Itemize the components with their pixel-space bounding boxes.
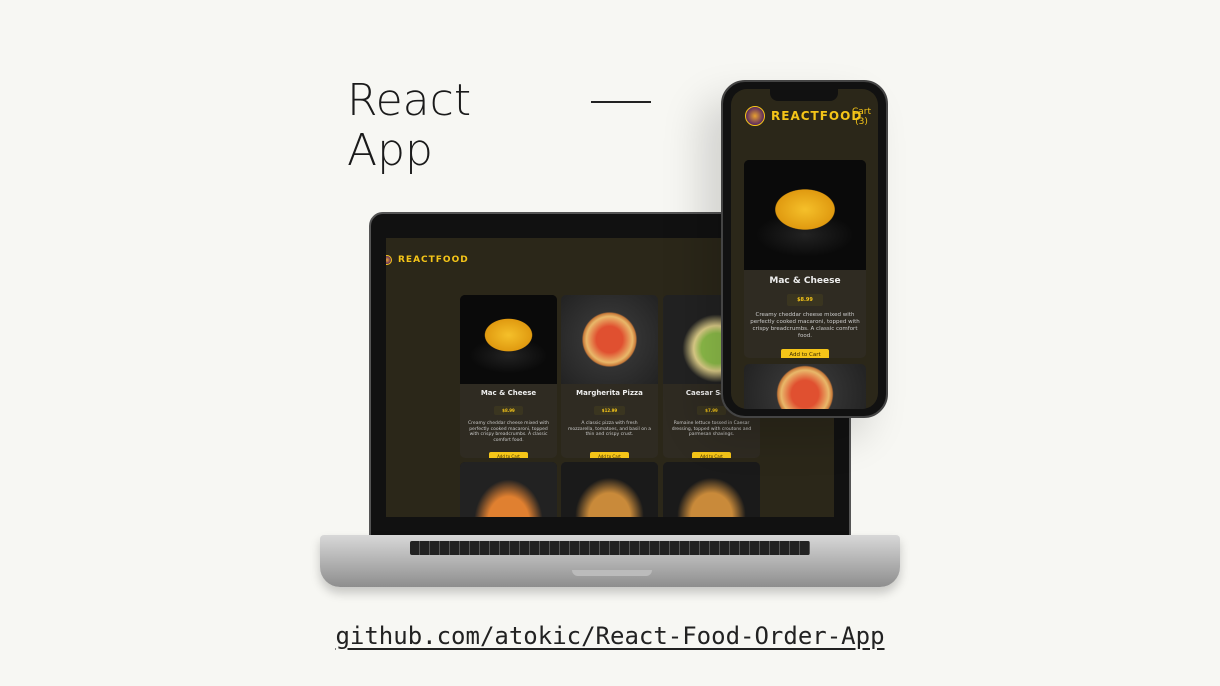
meal-card bbox=[460, 462, 557, 517]
meal-price: $8.99 bbox=[494, 406, 523, 415]
brand-name: REACTFOOD bbox=[771, 109, 863, 123]
phone-notch bbox=[770, 89, 838, 101]
phone-screen: REACTFOOD Mac & Cheese $8.99 Creamy ched… bbox=[731, 89, 878, 409]
brand: REACTFOOD bbox=[386, 255, 469, 265]
keyboard bbox=[410, 541, 810, 555]
add-to-cart-button[interactable]: Add to Cart bbox=[781, 349, 829, 358]
cart-count: (3) bbox=[855, 117, 868, 127]
repo-link[interactable]: github.com/atokic/React-Food-Order-App bbox=[0, 622, 1220, 650]
brand-name: REACTFOOD bbox=[398, 255, 469, 265]
headline-line-2: App bbox=[347, 125, 433, 176]
meal-price: $7.99 bbox=[697, 406, 726, 415]
meal-card: Margherita Pizza $12.99 A classic pizza … bbox=[561, 295, 658, 458]
meal-description: Creamy cheddar cheese mixed with perfect… bbox=[468, 421, 549, 443]
meal-name: Margherita Pizza bbox=[576, 389, 643, 397]
meal-card: Mac & Cheese $8.99 Creamy cheddar cheese… bbox=[460, 295, 557, 458]
meal-card bbox=[561, 462, 658, 517]
meal-price: $8.99 bbox=[787, 294, 823, 306]
cart-label: Cart bbox=[852, 107, 872, 117]
meal-description: Romaine lettuce tossed in Caesar dressin… bbox=[671, 421, 752, 437]
add-to-cart-button[interactable]: Add to Cart bbox=[692, 452, 731, 458]
headline: React App bbox=[347, 76, 471, 176]
meal-card bbox=[663, 462, 760, 517]
add-to-cart-button[interactable]: Add to Cart bbox=[590, 452, 629, 458]
logo-icon bbox=[386, 255, 392, 265]
brand: REACTFOOD bbox=[745, 106, 862, 126]
meal-image bbox=[663, 462, 760, 517]
meal-image bbox=[744, 160, 866, 270]
meal-image bbox=[561, 295, 658, 384]
meal-image bbox=[561, 462, 658, 517]
headline-line-1: React bbox=[347, 75, 472, 126]
meal-name: Mac & Cheese bbox=[480, 389, 537, 397]
meal-name: Mac & Cheese bbox=[769, 276, 841, 286]
add-to-cart-button[interactable]: Add to Cart bbox=[489, 452, 528, 458]
meal-image bbox=[460, 462, 557, 517]
meal-price: $12.99 bbox=[593, 406, 626, 415]
meal-image bbox=[744, 364, 866, 409]
divider bbox=[591, 101, 651, 103]
meal-card: Mac & Cheese $8.99 Creamy cheddar cheese… bbox=[744, 160, 866, 358]
laptop-notch bbox=[572, 570, 652, 576]
meal-image bbox=[460, 295, 557, 384]
meal-description: Creamy cheddar cheese mixed with perfect… bbox=[750, 312, 860, 339]
meal-card bbox=[744, 364, 866, 409]
logo-icon bbox=[745, 106, 765, 126]
meal-description: A classic pizza with fresh mozzarella, t… bbox=[568, 421, 651, 437]
cart-button[interactable]: Cart (3) bbox=[852, 107, 871, 127]
